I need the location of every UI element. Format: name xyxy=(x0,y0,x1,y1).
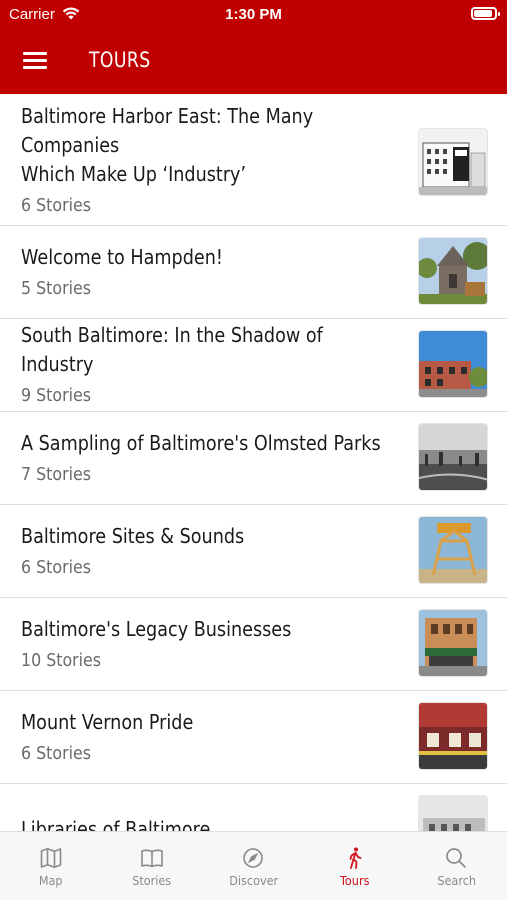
tour-title: South Baltimore: In the Shadow of Indust… xyxy=(21,323,323,376)
battery-icon xyxy=(471,7,500,20)
tour-story-count: 10 Stories xyxy=(21,649,102,671)
tour-text: Baltimore's Legacy Businesses 10 Stories xyxy=(21,598,401,691)
tab-tours[interactable]: Tours xyxy=(304,832,405,900)
book-icon xyxy=(141,849,163,868)
clock: 1:30 PM xyxy=(225,6,282,23)
tour-story-count: 9 Stories xyxy=(21,385,91,406)
tours-list[interactable]: Baltimore Harbor East: The Many Companie… xyxy=(0,94,507,831)
tab-bar: Map Stories Discover Tours Search xyxy=(0,831,507,900)
tour-title: Mount Vernon Pride xyxy=(21,709,194,734)
tour-text: Mount Vernon Pride 6 Stories xyxy=(21,691,401,784)
page-title: TOURS xyxy=(89,48,151,72)
tour-text: A Sampling of Baltimore's Olmsted Parks … xyxy=(21,412,401,505)
tour-text: Welcome to Hampden! 5 Stories xyxy=(21,226,401,319)
tour-item[interactable]: A Sampling of Baltimore's Olmsted Parks … xyxy=(0,412,507,505)
tour-title: Welcome to Hampden! xyxy=(21,244,223,269)
tour-item[interactable]: Baltimore Sites & Sounds 6 Stories xyxy=(0,505,507,598)
tab-label: Search xyxy=(436,873,476,888)
tour-thumbnail xyxy=(418,609,488,677)
tour-thumbnail xyxy=(418,795,488,831)
tab-label: Stories xyxy=(132,873,172,888)
tour-item[interactable]: Mount Vernon Pride 6 Stories xyxy=(0,691,507,784)
tour-text: Baltimore Harbor East: The Many Companie… xyxy=(21,94,401,226)
tour-story-count: 6 Stories xyxy=(21,195,91,216)
tour-title: Baltimore Sites & Sounds xyxy=(21,523,245,548)
tour-title-line: Which Make Up ‘Industry’ xyxy=(21,162,247,186)
tab-discover[interactable]: Discover xyxy=(203,832,304,900)
tour-story-count: 5 Stories xyxy=(21,277,91,299)
map-icon xyxy=(40,848,61,868)
tour-text: South Baltimore: In the Shadow of Indust… xyxy=(21,319,401,412)
tour-item[interactable]: Libraries of Baltimore xyxy=(0,784,507,831)
tour-thumbnail xyxy=(418,330,488,398)
tour-title-line: Baltimore Harbor East: The Many Companie… xyxy=(21,104,314,157)
tab-label: Discover xyxy=(229,873,278,888)
tab-map[interactable]: Map xyxy=(0,832,101,900)
app-screen: Carrier 1:30 PM TOURS Baltimore Harbor E… xyxy=(0,0,507,900)
tour-thumbnail xyxy=(418,237,488,305)
tab-stories[interactable]: Stories xyxy=(101,832,202,900)
walking-person-icon xyxy=(349,847,362,869)
tab-search[interactable]: Search xyxy=(406,832,507,900)
hamburger-menu-icon[interactable] xyxy=(23,52,47,70)
nav-bar: TOURS xyxy=(0,30,507,94)
tour-story-count: 6 Stories xyxy=(21,742,91,764)
tour-title: Baltimore Harbor East: The Many Companie… xyxy=(21,102,399,189)
header-bar: Carrier 1:30 PM TOURS xyxy=(0,0,507,94)
tour-thumbnail xyxy=(418,423,488,491)
tour-thumbnail xyxy=(418,516,488,584)
tour-story-count: 7 Stories xyxy=(21,463,91,485)
tour-item[interactable]: South Baltimore: In the Shadow of Indust… xyxy=(0,319,507,412)
tab-label: Map xyxy=(38,873,63,888)
tour-item[interactable]: Welcome to Hampden! 5 Stories xyxy=(0,226,507,319)
search-icon xyxy=(446,848,467,868)
tour-title: Libraries of Baltimore xyxy=(21,816,211,832)
compass-icon xyxy=(243,848,264,868)
tour-thumbnail xyxy=(418,128,488,196)
tour-story-count: 6 Stories xyxy=(21,556,91,578)
tour-thumbnail xyxy=(418,702,488,770)
battery-fill xyxy=(474,10,492,17)
tour-title: Baltimore's Legacy Businesses xyxy=(21,616,292,641)
tab-label: Tours xyxy=(340,873,370,888)
tour-item[interactable]: Baltimore Harbor East: The Many Companie… xyxy=(0,94,507,226)
status-bar: Carrier 1:30 PM xyxy=(0,0,507,30)
tour-text: Libraries of Baltimore xyxy=(21,784,401,832)
tour-text: Baltimore Sites & Sounds 6 Stories xyxy=(21,505,401,598)
tour-title: A Sampling of Baltimore's Olmsted Parks xyxy=(21,430,381,455)
tour-item[interactable]: Baltimore's Legacy Businesses 10 Stories xyxy=(0,598,507,691)
